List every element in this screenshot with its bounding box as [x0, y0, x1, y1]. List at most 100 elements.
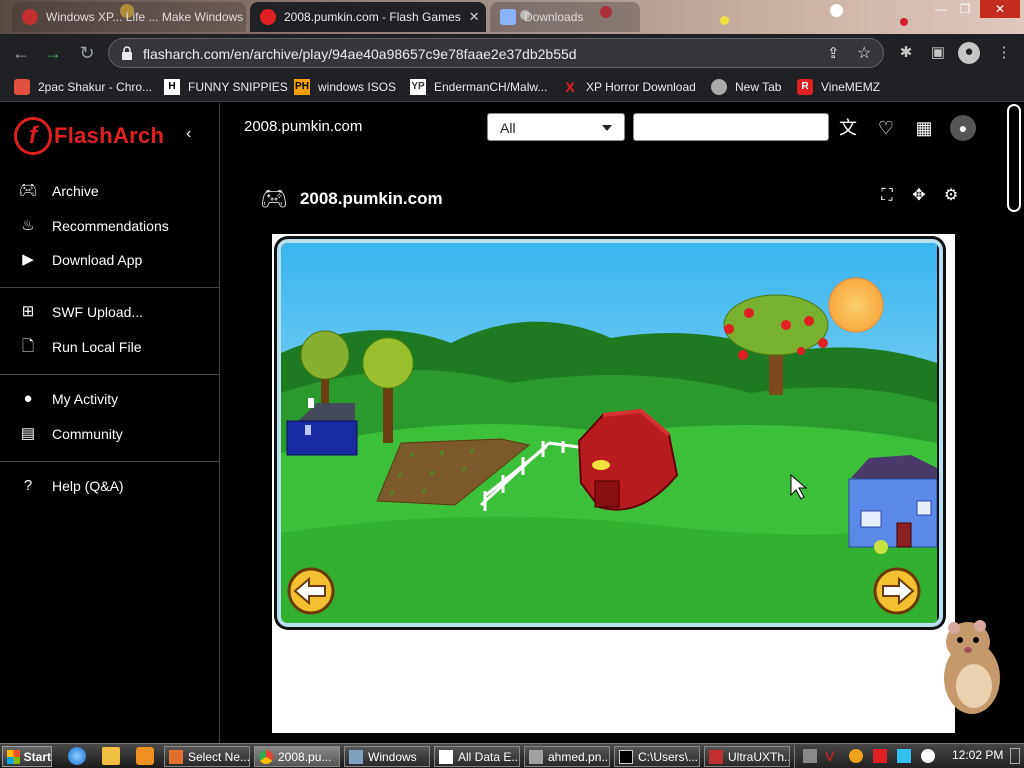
bookmark-endermanch[interactable]: YP EndermanCH/Malw...: [410, 77, 547, 97]
settings-gear-icon[interactable]: ⚙: [940, 185, 962, 207]
close-icon[interactable]: ✕: [243, 9, 246, 25]
task-ultrauxtheme[interactable]: UltraUXTh...: [704, 746, 790, 767]
move-icon[interactable]: ✥: [908, 185, 930, 207]
category-select[interactable]: All: [487, 113, 625, 141]
apple[interactable]: [804, 316, 814, 326]
bookmark-label: VineMEMZ: [821, 80, 881, 94]
tab-windows-xp[interactable]: Windows XP... Life ... Make Windows ✕: [12, 2, 246, 32]
hamster-desktop-buddy[interactable]: [932, 616, 1012, 720]
sidebar-item-help[interactable]: ? Help (Q&A): [0, 471, 219, 501]
church-building: [286, 420, 358, 456]
tray-v-icon[interactable]: V: [825, 749, 839, 763]
sidebar-item-swf-upload[interactable]: ⊞ SWF Upload...: [0, 297, 219, 327]
bookmark-label: FUNNY SNIPPIES: [188, 80, 288, 94]
extensions-puzzle-icon[interactable]: ✱: [896, 43, 916, 63]
bookmark-funny-snippies[interactable]: H FUNNY SNIPPIES: [164, 77, 288, 97]
side-panel-icon[interactable]: ▣: [928, 43, 948, 63]
share-icon[interactable]: ⇪: [827, 44, 840, 62]
window-close-icon[interactable]: ✕: [980, 0, 1020, 18]
apple[interactable]: [797, 347, 805, 355]
tray-volume-icon[interactable]: [921, 749, 935, 763]
help-icon: ?: [23, 477, 33, 494]
reader-icon[interactable]: ▦: [912, 116, 936, 140]
heart-icon[interactable]: ♡: [874, 116, 898, 140]
apple[interactable]: [724, 324, 734, 334]
forward-arrow-icon[interactable]: →: [42, 42, 64, 64]
folder-icon[interactable]: [102, 747, 120, 765]
bookmark-new-tab[interactable]: New Tab: [711, 77, 781, 97]
house-window: [916, 500, 932, 516]
show-desktop-button[interactable]: [1010, 748, 1020, 764]
task-select-new[interactable]: Select Ne...: [164, 746, 250, 767]
task-cmd[interactable]: C:\Users\...: [614, 746, 700, 767]
internet-explorer-icon[interactable]: [68, 747, 86, 765]
app-icon: [169, 749, 183, 764]
profile-avatar-icon[interactable]: ●: [958, 42, 980, 64]
sidebar-divider: [0, 461, 219, 462]
bookmark-label: New Tab: [735, 80, 782, 94]
barn-door[interactable]: [594, 480, 620, 508]
sidebar-item-run-local-file[interactable]: 🗋︎ Run Local File: [0, 332, 219, 362]
briefcase-icon: [14, 79, 30, 95]
back-arrow-icon[interactable]: ←: [10, 42, 32, 64]
flasharch-favicon-icon: [260, 9, 276, 25]
page-title: 2008.pumkin.com: [244, 118, 363, 135]
chevron-left-icon[interactable]: ‹: [186, 125, 191, 143]
search-input[interactable]: [633, 113, 829, 141]
tree-canopy: [362, 337, 414, 389]
tray-flag-icon[interactable]: [873, 749, 887, 763]
tray-search-icon[interactable]: [849, 749, 863, 763]
apple[interactable]: [738, 350, 748, 360]
bookmark-vinememz[interactable]: R VineMEMZ: [797, 77, 880, 97]
bookmark-windows-isos[interactable]: PH windows ISOS: [294, 77, 396, 97]
reload-icon[interactable]: ↻: [76, 42, 98, 64]
apple[interactable]: [744, 308, 754, 318]
sidebar-item-my-activity[interactable]: ● My Activity: [0, 384, 219, 414]
bookmark-xp-horror[interactable]: X XP Horror Download: [562, 77, 696, 97]
game-canvas[interactable]: [277, 239, 943, 627]
account-icon[interactable]: ●: [950, 115, 976, 141]
windows-taskbar: Start Select Ne... 2008.pu... Windows Al…: [0, 743, 1024, 768]
tray-network-icon[interactable]: [897, 749, 911, 763]
tab-flash-games[interactable]: 2008.pumkin.com - Flash Games ✕: [250, 2, 486, 32]
task-windows[interactable]: Windows: [344, 746, 430, 767]
tab-downloads[interactable]: Downloads: [490, 2, 640, 32]
yp-icon: YP: [410, 79, 426, 95]
restore-icon[interactable]: ❐: [954, 0, 976, 18]
translate-icon[interactable]: 文: [836, 116, 860, 140]
minimize-icon[interactable]: —: [930, 0, 952, 18]
next-arrow-button[interactable]: [873, 567, 921, 615]
house-door[interactable]: [896, 522, 912, 548]
r-letter-icon: R: [797, 79, 813, 95]
sidebar-item-download-app[interactable]: ▶ Download App: [0, 245, 219, 275]
task-all-data[interactable]: All Data E...: [434, 746, 520, 767]
sun: [828, 277, 884, 333]
sidebar-item-archive[interactable]: 🎮︎ Archive: [0, 176, 219, 206]
sidebar-divider: [0, 374, 219, 375]
logo-text: FlashArch: [54, 123, 165, 148]
flasharch-logo[interactable]: f FlashArch: [14, 117, 164, 155]
tv-icon: ▶: [22, 251, 34, 268]
apple-tree-canopy: [723, 294, 829, 356]
tray-app-icon[interactable]: [803, 749, 817, 763]
apple[interactable]: [781, 320, 791, 330]
sidebar-item-recommendations[interactable]: ♨ Recommendations: [0, 211, 219, 241]
star-icon[interactable]: ☆: [857, 43, 871, 63]
address-bar[interactable]: flasharch.com/en/archive/play/94ae40a986…: [108, 38, 884, 68]
farm-scene[interactable]: [281, 243, 937, 623]
task-chrome[interactable]: 2008.pu...: [254, 746, 340, 767]
game-stage[interactable]: [274, 236, 946, 630]
media-player-icon[interactable]: [136, 747, 154, 765]
apple[interactable]: [818, 338, 828, 348]
close-icon[interactable]: ✕: [461, 9, 480, 25]
fullscreen-icon[interactable]: ⛶: [876, 185, 898, 207]
task-ahmed-png[interactable]: ahmed.pn...: [524, 746, 610, 767]
menu-kebab-icon[interactable]: ⋮: [994, 43, 1014, 63]
sidebar-item-community[interactable]: ▤ Community: [0, 419, 219, 449]
task-label: 2008.pu...: [278, 749, 332, 764]
wallpaper-splat: [720, 16, 729, 25]
prev-arrow-button[interactable]: [287, 567, 335, 615]
start-button[interactable]: Start: [2, 746, 52, 767]
scrollbar[interactable]: [1007, 104, 1021, 212]
bookmark-2pac[interactable]: 2pac Shakur - Chro...: [14, 77, 152, 97]
